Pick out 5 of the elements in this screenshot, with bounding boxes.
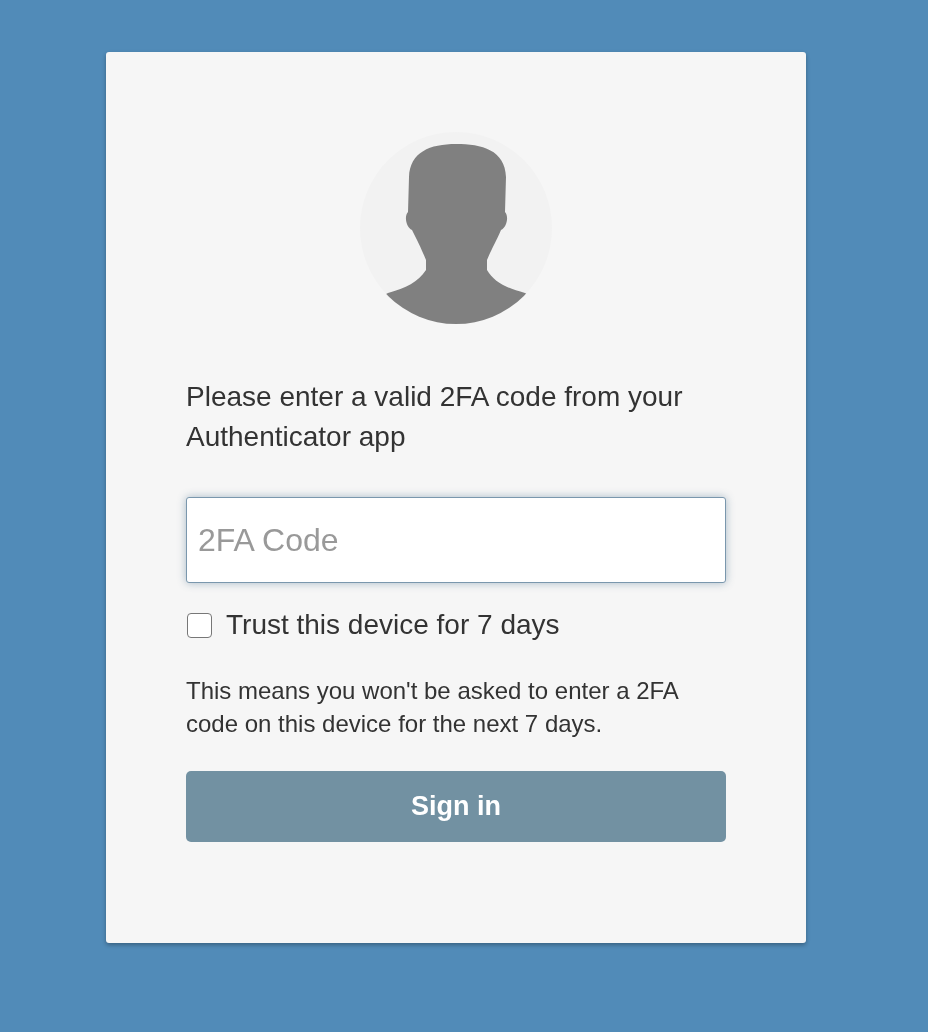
checkbox-label[interactable]: Trust this device for 7 days — [226, 610, 560, 640]
code-input-field[interactable]: 2FA Code — [186, 497, 726, 583]
note-text: This means you won't be asked to enter a 2FA code on this device for the next 7 days. — [186, 676, 680, 739]
checkbox[interactable] — [187, 612, 212, 638]
instruction-text: Please enter a valid 2FA code from your Authenticator app — [186, 380, 684, 454]
